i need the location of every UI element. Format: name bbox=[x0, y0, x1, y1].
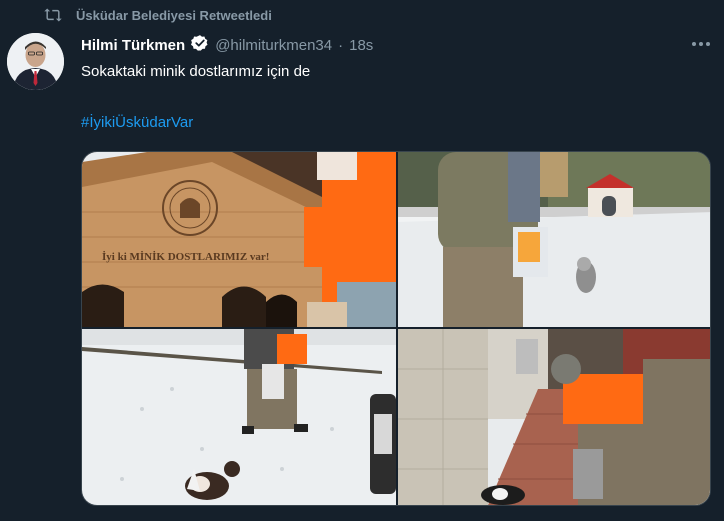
separator-dot: · bbox=[338, 36, 344, 54]
media-grid: İyi ki MİNİK DOSTLARIMIZ var! bbox=[81, 151, 711, 506]
author-handle[interactable]: @hilmiturkmen34 bbox=[215, 37, 332, 54]
retweet-icon bbox=[44, 7, 62, 23]
tweet-header: Hilmi Türkmen @hilmiturkmen34 · 18s bbox=[81, 34, 373, 56]
tweet-timestamp[interactable]: 18s bbox=[349, 37, 373, 54]
photo-worker-snow-park[interactable] bbox=[82, 329, 396, 505]
retweet-label[interactable]: Üsküdar Belediyesi Retweetledi bbox=[76, 8, 272, 23]
avatar[interactable] bbox=[7, 33, 64, 90]
more-options-button[interactable] bbox=[688, 34, 714, 54]
more-horizontal-icon bbox=[692, 42, 710, 46]
photo-cat-house[interactable]: İyi ki MİNİK DOSTLARIMIZ var! bbox=[82, 152, 396, 327]
author-name[interactable]: Hilmi Türkmen bbox=[81, 37, 185, 54]
house-engraved-text: İyi ki MİNİK DOSTLARIMIZ var! bbox=[102, 251, 269, 263]
retweet-context: Üsküdar Belediyesi Retweetledi bbox=[44, 7, 272, 23]
hashtag-link[interactable]: #İyikiÜsküdarVar bbox=[81, 114, 193, 131]
tweet-text: Sokaktaki minik dostlarımız için de bbox=[81, 63, 311, 80]
photo-worker-with-bag[interactable] bbox=[398, 152, 710, 327]
photo-worker-sidewalk[interactable] bbox=[398, 329, 710, 505]
verified-badge-icon bbox=[191, 34, 209, 56]
